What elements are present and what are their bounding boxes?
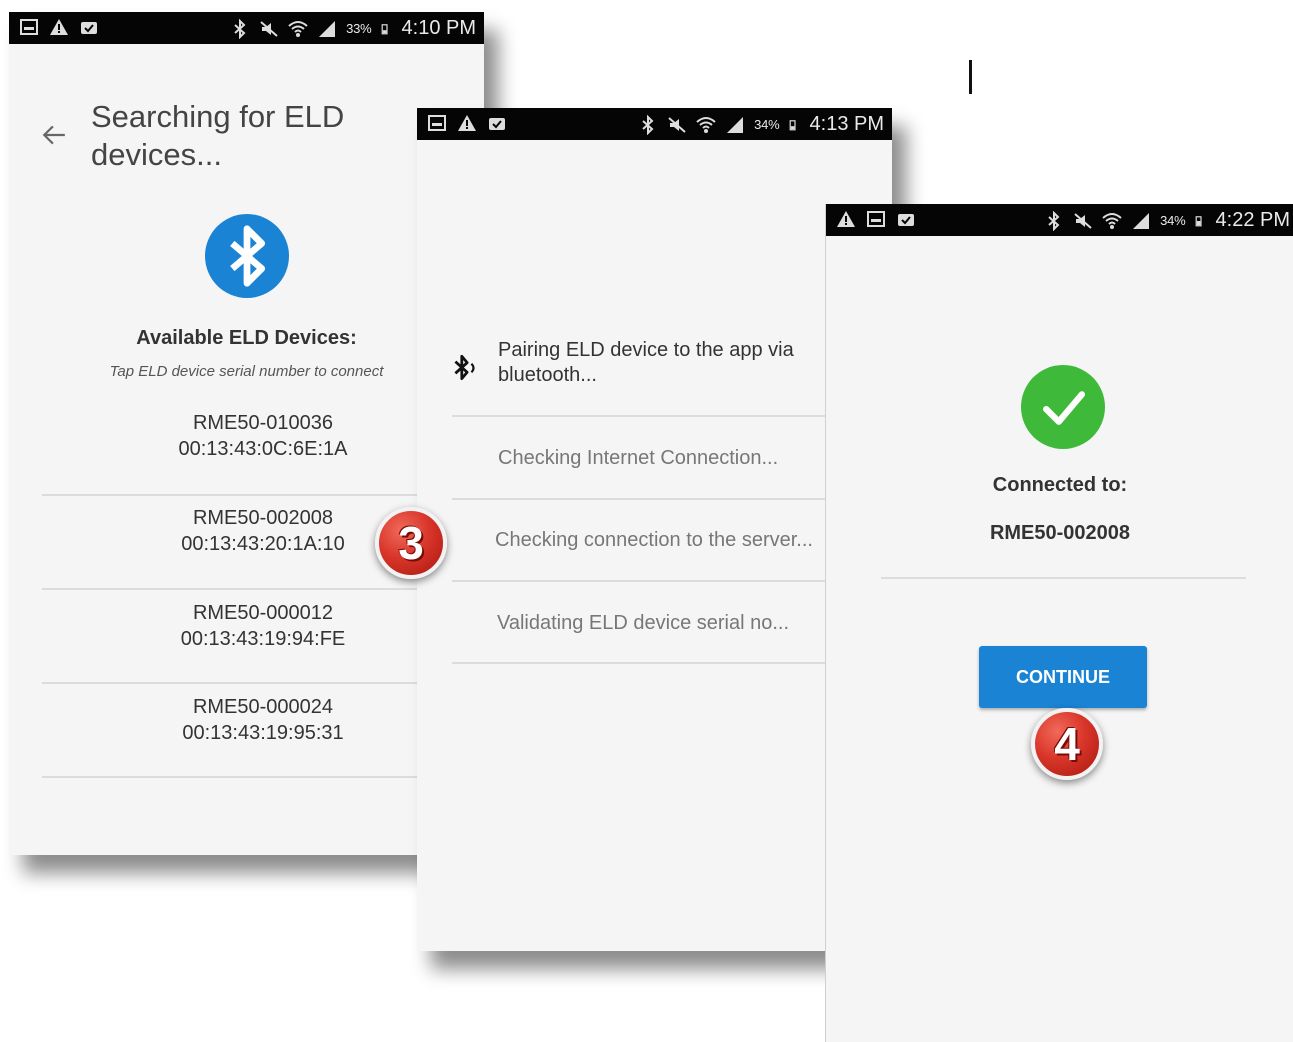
battery-icon xyxy=(381,23,388,34)
continue-button[interactable]: CONTINUE xyxy=(979,646,1147,708)
serial-validation-step: Validating ELD device serial no... xyxy=(497,612,790,634)
server-check-step: Checking connection to the server... xyxy=(495,529,813,551)
connected-label: Connected to: xyxy=(992,474,1128,496)
connect-hint: Tap ELD device serial number to connect xyxy=(109,363,384,380)
internet-check-step: Checking Internet Connection... xyxy=(498,447,779,469)
mute-icon xyxy=(260,20,278,37)
step-3-badge: 3 xyxy=(375,507,447,579)
warning-icon xyxy=(458,115,476,131)
back-arrow-icon[interactable] xyxy=(40,122,68,148)
wifi-icon xyxy=(696,116,716,133)
battery-icon xyxy=(789,119,796,130)
mute-icon xyxy=(668,116,686,133)
divider xyxy=(881,577,1246,579)
bluetooth-status-icon xyxy=(642,114,654,135)
page-title: Searching for ELD devices... xyxy=(91,99,345,172)
wifi-icon xyxy=(288,20,308,37)
status-bar: 33% 4:10 PM xyxy=(9,12,484,44)
bluetooth-status-icon xyxy=(1048,210,1060,231)
clipboard-check-icon xyxy=(489,118,505,130)
battery-percent: 34% xyxy=(754,117,780,132)
battery-percent: 33% xyxy=(346,21,372,36)
continue-label: CONTINUE xyxy=(1016,667,1110,687)
screen-searching: 33% 4:10 PM Searching for ELD devices...… xyxy=(9,12,484,855)
screenshot-icon xyxy=(20,19,38,35)
clipboard-check-icon xyxy=(81,22,97,34)
bluetooth-scan-icon xyxy=(205,214,289,298)
pairing-step: Pairing ELD device to the app via blueto… xyxy=(498,339,794,386)
clock: 4:13 PM xyxy=(809,113,884,135)
success-check-icon xyxy=(1021,365,1105,449)
screen-pairing: 34% 4:13 PM Pairing ELD device to the ap… xyxy=(417,108,892,951)
clipboard-check-icon xyxy=(898,214,914,226)
signal-icon xyxy=(319,20,336,37)
text-cursor xyxy=(969,60,972,94)
screenshot-icon xyxy=(428,115,446,131)
bluetooth-status-icon xyxy=(234,18,246,39)
clock: 4:22 PM xyxy=(1215,209,1290,231)
clock: 4:10 PM xyxy=(401,17,476,39)
signal-icon xyxy=(1133,212,1150,229)
step-4-badge: 4 xyxy=(1031,708,1103,780)
warning-icon xyxy=(50,19,68,35)
battery-percent: 34% xyxy=(1160,213,1186,228)
devices-heading: Available ELD Devices: xyxy=(136,327,357,349)
warning-icon xyxy=(837,211,855,227)
screenshot-icon xyxy=(867,211,885,227)
bluetooth-pairing-icon xyxy=(454,354,475,381)
screen-connected: 34% 4:22 PM Connected to: RME50-002008 C… xyxy=(825,204,1293,1042)
connected-device: RME50-002008 xyxy=(989,522,1131,544)
status-bar: 34% 4:22 PM xyxy=(826,204,1293,236)
battery-icon xyxy=(1195,215,1202,226)
status-bar: 34% 4:13 PM xyxy=(417,108,892,140)
wifi-icon xyxy=(1102,212,1122,229)
mute-icon xyxy=(1074,212,1092,229)
signal-icon xyxy=(727,116,744,133)
